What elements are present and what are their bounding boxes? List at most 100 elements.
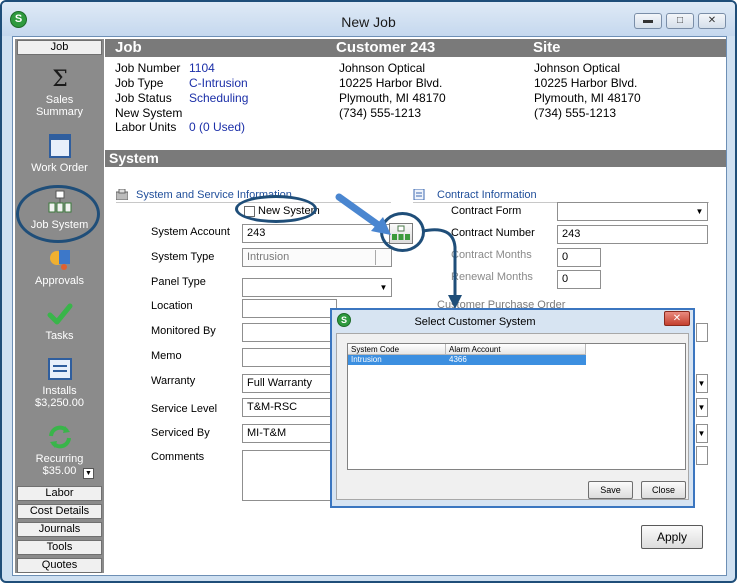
nav-label-sales-summary: Sales Summary [35, 94, 84, 118]
checkmark-icon [47, 303, 72, 325]
memo-label: Memo [151, 350, 182, 362]
nav-tab-labor[interactable]: Labor [17, 486, 102, 501]
monitored-by-label: Monitored By [151, 325, 216, 337]
save-button[interactable]: Save [588, 481, 633, 499]
job-system-highlight [16, 185, 100, 243]
cell-system-code: Intrusion [351, 355, 382, 364]
warranty-label: Warranty [151, 375, 196, 387]
annotation-arrows [335, 193, 462, 309]
new-system-info-label: New System [115, 106, 183, 120]
system-account-label: System Account [151, 226, 230, 238]
right-dropdown-3[interactable]: ▼ [696, 424, 708, 443]
chevron-down-icon: ▼ [697, 403, 706, 412]
site-header-title: Site [533, 39, 561, 56]
site-city: Plymouth, MI 48170 [534, 91, 641, 105]
job-status-label: Job Status [115, 91, 172, 105]
approvals-icon [49, 250, 70, 270]
location-label: Location [151, 300, 193, 312]
service-level-field[interactable]: T&M-RSC [242, 398, 337, 417]
job-status-value: Scheduling [189, 91, 249, 105]
table-row[interactable]: Intrusion 4366 [348, 355, 586, 365]
app-window: S New Job ▬ □ ✕ Job Σ Sales Summary Work… [0, 0, 737, 583]
monitored-by-field[interactable] [242, 323, 337, 342]
dialog-content: System Code Alarm Account Intrusion 4366… [336, 333, 689, 500]
chevron-down-icon: ▼ [697, 429, 706, 438]
apply-button[interactable]: Apply [641, 525, 703, 549]
nav-item-approvals[interactable]: Approvals [15, 246, 104, 287]
dialog-close-icon[interactable]: ✕ [664, 311, 690, 326]
serviced-by-field[interactable]: MI-T&M [242, 424, 337, 443]
system-section-icon [116, 189, 128, 200]
job-number-label: Job Number [115, 61, 181, 75]
memo-field[interactable] [242, 348, 337, 367]
column-header-system-code[interactable]: System Code [348, 344, 446, 355]
window-title: New Job [341, 14, 396, 30]
svg-text:Σ: Σ [52, 67, 68, 91]
comments-label: Comments [151, 451, 205, 463]
recurring-dropdown-icon[interactable]: ▼ [83, 468, 94, 479]
customer-street: 10225 Harbor Blvd. [339, 76, 443, 90]
job-type-value: C-Intrusion [189, 76, 248, 90]
nav-label-work-order: Work Order [31, 162, 88, 174]
dialog-title-bar: S Select Customer System ✕ [332, 310, 693, 332]
labor-units-label: Labor Units [115, 120, 177, 134]
nav-tab-cost-details[interactable]: Cost Details [17, 504, 102, 519]
maximize-button[interactable]: □ [666, 13, 694, 29]
nav-label-approvals: Approvals [35, 275, 84, 287]
site-phone: (734) 555-1213 [534, 106, 617, 120]
nav-item-work-order[interactable]: Work Order [15, 133, 104, 174]
job-type-label: Job Type [115, 76, 164, 90]
comments-field[interactable] [242, 450, 337, 501]
recurring-icon [48, 425, 71, 449]
sigma-icon: Σ [52, 67, 68, 91]
left-navigation: Job Σ Sales Summary Work Order Job Syste… [15, 39, 104, 573]
right-dropdown-1[interactable]: ▼ [696, 374, 708, 393]
system-type-label: System Type [151, 251, 215, 263]
nav-item-installs[interactable]: Installs $3,250.00 [15, 356, 104, 409]
work-order-icon [48, 134, 71, 158]
new-system-highlight [235, 195, 317, 223]
panel-type-label: Panel Type [151, 276, 206, 288]
nav-label-tasks: Tasks [45, 330, 74, 342]
right-button-small[interactable] [696, 446, 708, 465]
nav-label-installs: Installs $3,250.00 [35, 385, 84, 409]
warranty-field[interactable]: Full Warranty [242, 374, 337, 393]
customer-city: Plymouth, MI 48170 [339, 91, 446, 105]
serviced-by-label: Serviced By [151, 427, 210, 439]
header-band: Job Customer 243 Site [105, 39, 726, 57]
dialog-close-button[interactable]: Close [641, 481, 686, 499]
nav-item-tasks[interactable]: Tasks [15, 301, 104, 342]
nav-tab-job[interactable]: Job [17, 40, 102, 55]
column-header-alarm-account[interactable]: Alarm Account [446, 344, 586, 355]
right-dropdown-2[interactable]: ▼ [696, 398, 708, 417]
site-name: Johnson Optical [534, 61, 621, 75]
nav-tab-journals[interactable]: Journals [17, 522, 102, 537]
renewal-months-field[interactable]: 0 [557, 270, 601, 289]
job-number-value: 1104 [189, 61, 215, 75]
site-street: 10225 Harbor Blvd. [534, 76, 638, 90]
customer-phone: (734) 555-1213 [339, 106, 422, 120]
system-band: System [105, 150, 726, 167]
system-type-value: Intrusion [247, 251, 290, 263]
contract-form-select[interactable]: ▼ [557, 202, 708, 221]
system-grid: System Code Alarm Account Intrusion 4366 [347, 343, 686, 470]
nav-tab-quotes[interactable]: Quotes [17, 558, 102, 573]
labor-units-value: 0 (0 Used) [189, 120, 246, 134]
dialog-title: Select Customer System [414, 316, 536, 328]
job-header-title: Job [115, 39, 142, 56]
installs-icon [47, 358, 72, 380]
customer-header-title: Customer 243 [336, 39, 436, 56]
purchase-order-field[interactable] [696, 323, 708, 342]
chevron-down-icon: ▼ [695, 207, 704, 216]
chevron-down-icon: ▼ [697, 379, 706, 388]
cell-alarm-account: 4366 [449, 355, 467, 364]
minimize-button[interactable]: ▬ [634, 13, 662, 29]
service-level-label: Service Level [151, 403, 218, 415]
contract-number-field[interactable]: 243 [557, 225, 708, 244]
select-customer-system-dialog: S Select Customer System ✕ System Code A… [330, 308, 695, 508]
title-bar: S New Job ▬ □ ✕ [2, 2, 735, 36]
nav-tab-tools[interactable]: Tools [17, 540, 102, 555]
contract-months-field[interactable]: 0 [557, 248, 601, 267]
close-button[interactable]: ✕ [698, 13, 726, 29]
nav-item-sales-summary[interactable]: Σ Sales Summary [15, 65, 104, 118]
